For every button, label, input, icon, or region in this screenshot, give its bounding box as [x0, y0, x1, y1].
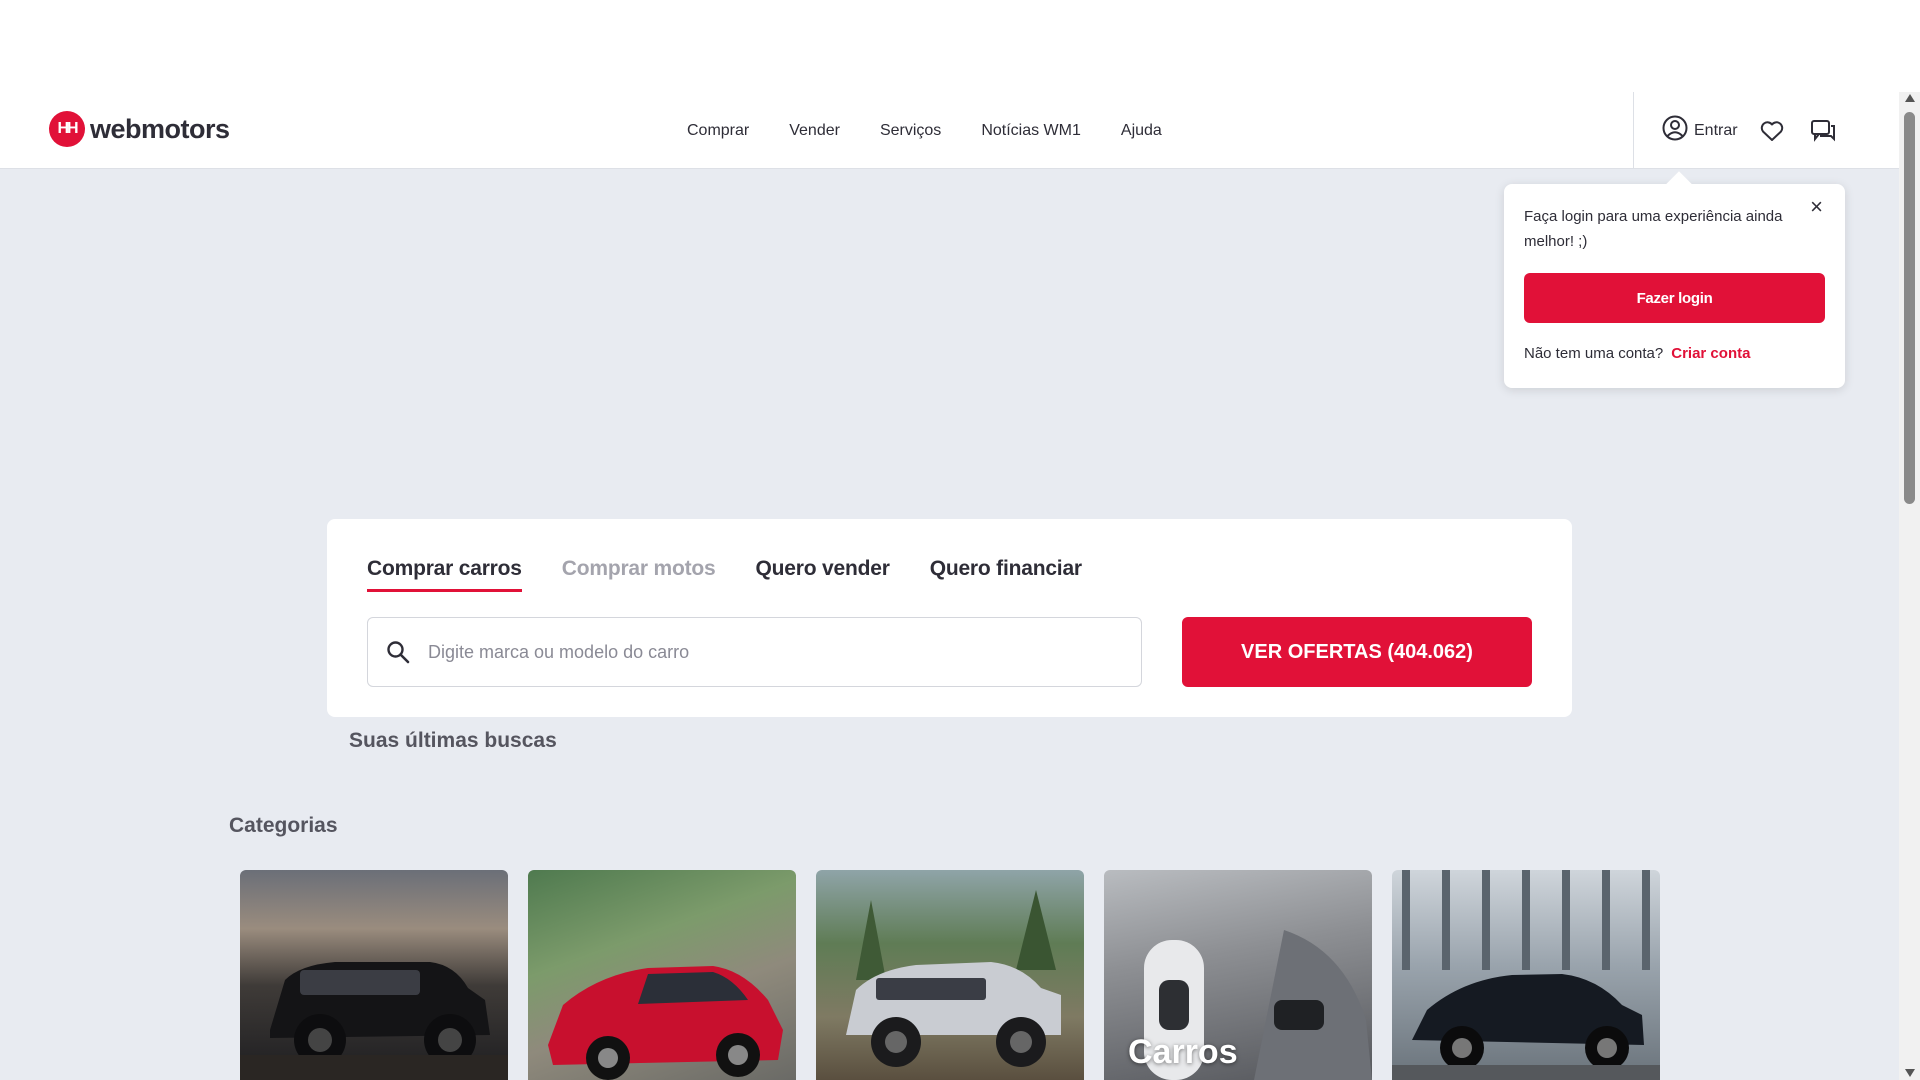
search-field[interactable] — [367, 617, 1142, 687]
popover-footer: Não tem uma conta? Criar conta — [1524, 345, 1750, 362]
tab-quero-vender[interactable]: Quero vender — [756, 557, 890, 592]
categories-title: Categorias — [229, 814, 338, 837]
scroll-down-icon[interactable] — [1905, 1069, 1915, 1077]
logo-text: webmotors — [90, 113, 230, 144]
search-card: Comprar carros Comprar motos Quero vende… — [327, 519, 1572, 717]
popover-message: Faça login para uma experiência ainda me… — [1524, 208, 1783, 250]
user-actions: Entrar — [1662, 92, 1836, 169]
hatch-image — [548, 966, 783, 1080]
category-card-electric[interactable]: Carros — [1104, 870, 1372, 1080]
pickup-image — [846, 890, 1061, 1067]
suv-image — [240, 962, 508, 1080]
category-card-suv[interactable] — [240, 870, 508, 1080]
user-icon — [1662, 115, 1688, 146]
nav-item-ajuda[interactable]: Ajuda — [1121, 122, 1162, 140]
sedan-image — [1392, 870, 1660, 1080]
nav-item-comprar[interactable]: Comprar — [687, 122, 749, 140]
view-offers-button[interactable]: VER OFERTAS (404.062) — [1182, 617, 1532, 687]
nav-item-vender[interactable]: Vender — [789, 122, 840, 140]
category-card-pickup[interactable] — [816, 870, 1084, 1080]
scroll-thumb[interactable] — [1904, 112, 1915, 504]
tab-comprar-motos[interactable]: Comprar motos — [562, 557, 716, 592]
no-account-text: Não tem uma conta? — [1524, 345, 1664, 362]
last-searches-title: Suas últimas buscas — [349, 729, 557, 752]
webmotors-logo[interactable]: HH webmotors — [49, 111, 230, 147]
category-label-carros: Carros — [1128, 1033, 1238, 1071]
create-account-link[interactable]: Criar conta — [1671, 345, 1750, 362]
category-card-sedan[interactable] — [1392, 870, 1660, 1080]
chat-icon[interactable] — [1810, 119, 1836, 143]
search-input[interactable] — [428, 641, 1108, 663]
header-divider — [1633, 92, 1634, 169]
nav-item-noticias[interactable]: Notícias WM1 — [981, 122, 1081, 140]
login-popover: × Faça login para uma experiência ainda … — [1504, 184, 1845, 388]
heart-icon[interactable] — [1760, 120, 1784, 142]
page-scrollbar[interactable] — [1899, 92, 1920, 1080]
login-button[interactable]: Fazer login — [1524, 273, 1825, 323]
nav-item-servicos[interactable]: Serviços — [880, 122, 941, 140]
search-icon — [386, 640, 410, 664]
category-card-hatch[interactable] — [528, 870, 796, 1080]
close-icon[interactable]: × — [1810, 194, 1823, 220]
tab-quero-financiar[interactable]: Quero financiar — [930, 557, 1082, 592]
search-tabs: Comprar carros Comprar motos Quero vende… — [367, 557, 1082, 592]
site-header: HH webmotors Comprar Vender Serviços Not… — [0, 92, 1920, 169]
scroll-up-icon[interactable] — [1905, 94, 1915, 102]
top-blank-area — [0, 0, 1920, 92]
login-link[interactable]: Entrar — [1662, 115, 1738, 146]
login-label: Entrar — [1694, 121, 1738, 139]
main-nav: Comprar Vender Serviços Notícias WM1 Aju… — [687, 92, 1162, 169]
tab-comprar-carros[interactable]: Comprar carros — [367, 557, 522, 592]
logo-mark-icon: HH — [49, 111, 85, 147]
